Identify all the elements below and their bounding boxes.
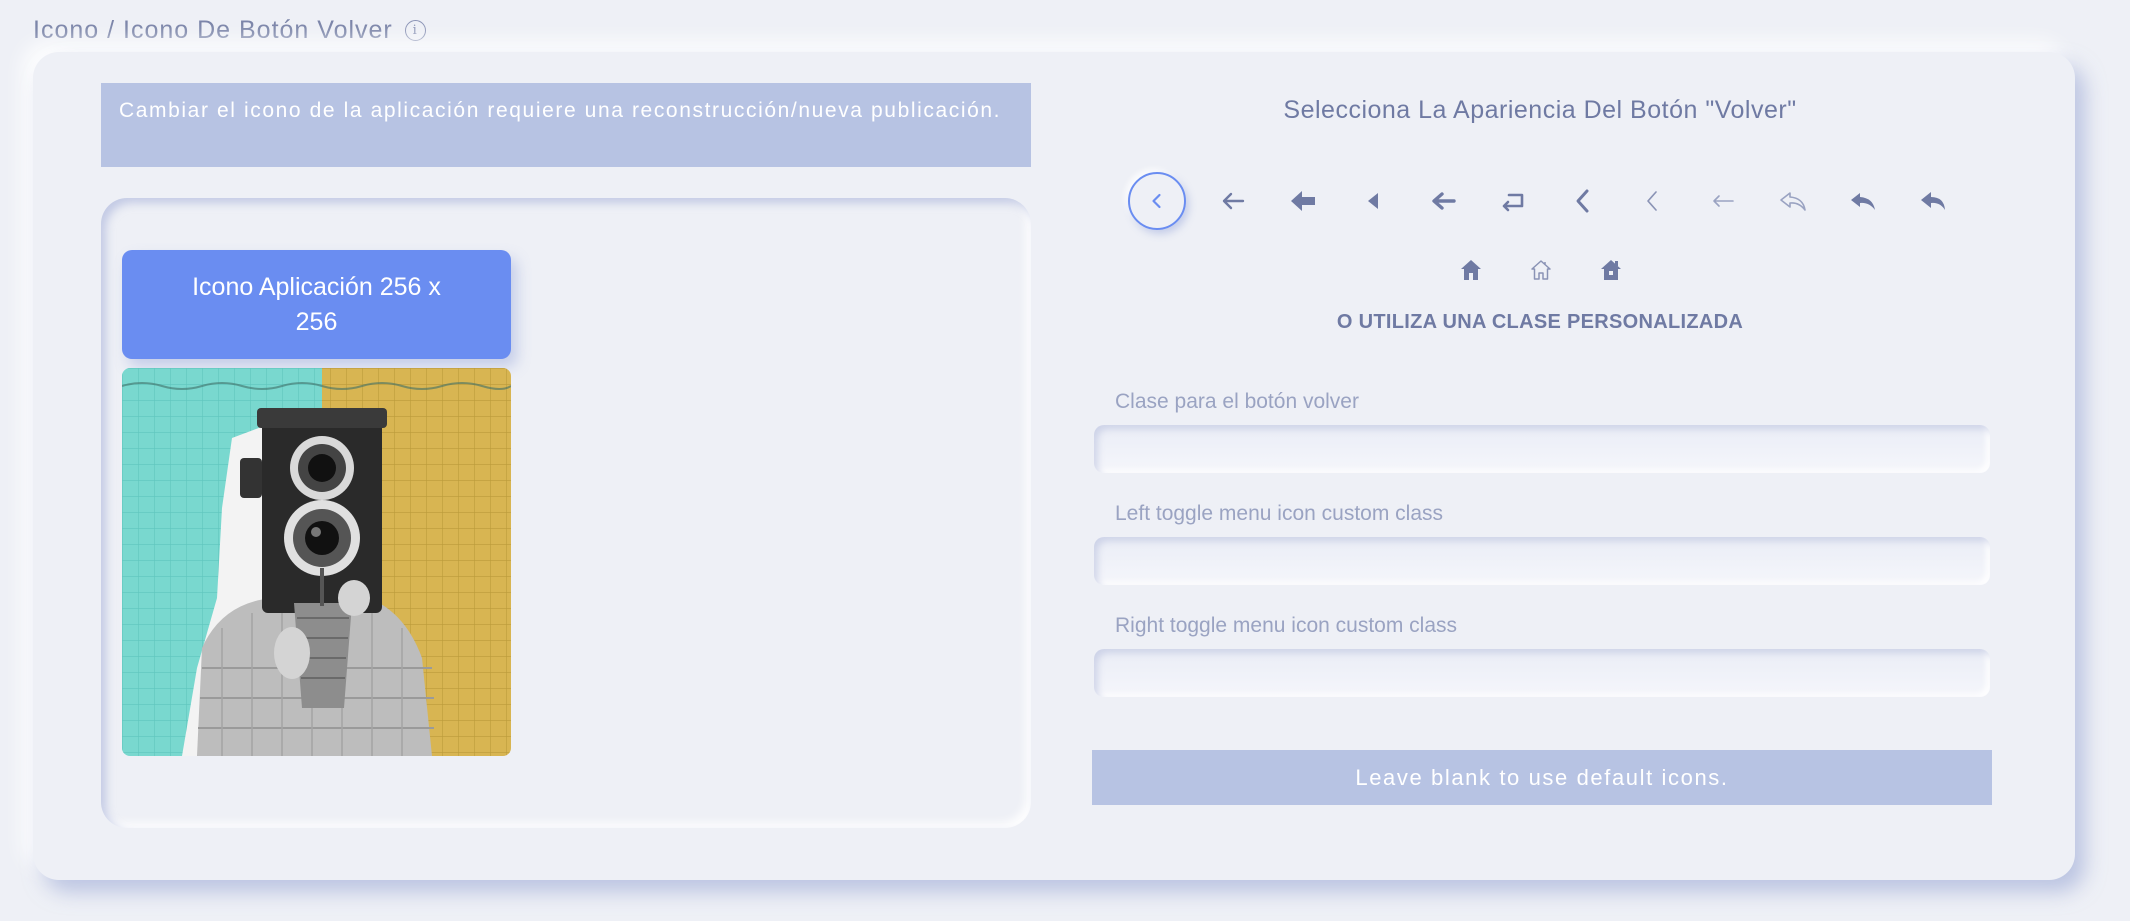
chevron-left-thin-icon[interactable] (1618, 172, 1688, 230)
arrow-left-light-icon[interactable] (1688, 172, 1758, 230)
arrow-left-icon[interactable] (1198, 172, 1268, 230)
chevron-left-bold-icon[interactable] (1548, 172, 1618, 230)
back-button-section-title: Selecciona La Apariencia Del Botón "Volv… (1283, 96, 1797, 124)
keyboard-return-icon[interactable] (1478, 172, 1548, 230)
left-toggle-input[interactable] (1094, 537, 1990, 585)
reply-outline-icon[interactable] (1758, 172, 1828, 230)
info-icon[interactable]: i (404, 20, 426, 41)
home-icon[interactable] (1436, 250, 1506, 290)
home-icon-options (1436, 250, 1646, 290)
custom-class-heading: O UTILIZA UNA CLASE PERSONALIZADA (1336, 311, 1744, 333)
rebuild-notice: Cambiar el icono de la aplicación requie… (101, 83, 1031, 167)
home-outline-icon[interactable] (1506, 250, 1576, 290)
page-title-text: Icono / Icono De Botón Volver (33, 16, 393, 44)
left-toggle-label: Left toggle menu icon custom class (1115, 502, 1444, 525)
back-icon-options (1128, 172, 1968, 230)
back-class-input[interactable] (1094, 425, 1990, 473)
arrow-left-bold-icon[interactable] (1268, 172, 1338, 230)
back-class-label: Clase para el botón volver (1115, 390, 1359, 413)
default-icons-hint: Leave blank to use default icons. (1092, 750, 1992, 805)
app-icon-preview-image (122, 368, 511, 756)
app-icon-upload-button[interactable]: Icono Aplicación 256 x 256 (122, 250, 511, 359)
reply-bold-icon[interactable] (1898, 172, 1968, 230)
right-toggle-label: Right toggle menu icon custom class (1115, 614, 1457, 637)
home-variant-icon[interactable] (1576, 250, 1646, 290)
reply-icon[interactable] (1828, 172, 1898, 230)
arrow-left-thick-icon[interactable] (1408, 172, 1478, 230)
app-icon-button-label: Icono Aplicación 256 x 256 (192, 272, 441, 336)
chevron-left-circle-icon[interactable] (1128, 172, 1186, 230)
page-title: Icono / Icono De Botón Volver i (33, 16, 426, 45)
caret-left-icon[interactable] (1338, 172, 1408, 230)
right-toggle-input[interactable] (1094, 649, 1990, 697)
